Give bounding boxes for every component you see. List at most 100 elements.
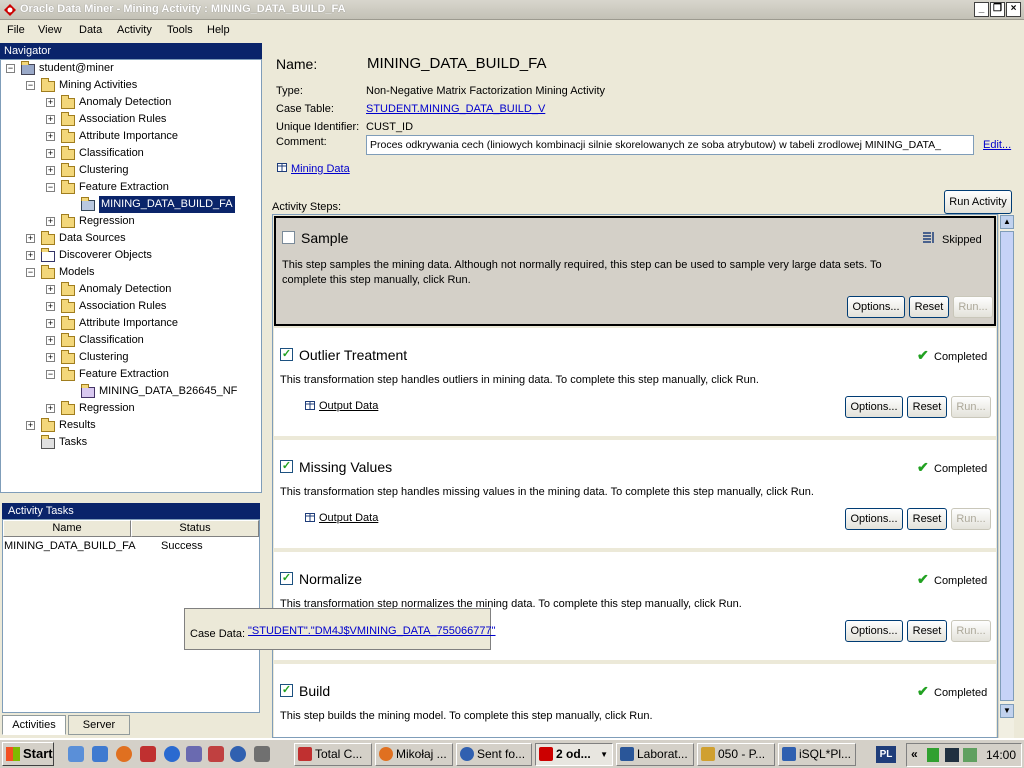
taskbar-item[interactable]: Sent fo... [456, 743, 532, 766]
taskbar-item[interactable]: Mikołaj ... [375, 743, 453, 766]
tray-icon[interactable] [927, 748, 939, 762]
menu-view[interactable]: View [38, 24, 62, 36]
collapse-icon[interactable]: − [46, 370, 55, 379]
system-tray: « 14:00 [906, 743, 1022, 767]
media-player-icon[interactable] [230, 746, 246, 762]
step-checkbox[interactable]: ✓ [280, 348, 293, 361]
case-table-link[interactable]: STUDENT.MINING_DATA_BUILD_V [366, 103, 545, 115]
table-row[interactable]: MINING_DATA_BUILD_FA Success [4, 539, 258, 555]
output-data-link[interactable]: Output Data [319, 400, 378, 412]
column-header-name[interactable]: Name [3, 520, 131, 537]
expand-icon[interactable]: + [46, 132, 55, 141]
menu-activity[interactable]: Activity [117, 24, 152, 36]
collapse-icon[interactable]: − [26, 81, 35, 90]
expand-icon[interactable]: + [26, 251, 35, 260]
language-indicator[interactable]: PL [876, 746, 896, 763]
step-checkbox[interactable]: ✓ [280, 572, 293, 585]
browser-icon [782, 747, 796, 761]
tray-icon[interactable] [945, 748, 959, 762]
edit-comment-link[interactable]: Edit... [983, 139, 1011, 151]
close-button[interactable]: × [1006, 2, 1021, 17]
taskbar-item[interactable]: 050 - P... [697, 743, 775, 766]
type-label: Type: [276, 85, 303, 97]
expand-icon[interactable]: + [46, 285, 55, 294]
scroll-up-arrow-icon[interactable]: ▲ [1000, 215, 1014, 229]
run-button[interactable]: Run... [951, 508, 991, 530]
tab-server[interactable]: Server [68, 715, 130, 735]
firefox-icon[interactable] [116, 746, 132, 762]
internet-explorer-icon[interactable] [164, 746, 180, 762]
reset-button[interactable]: Reset [907, 396, 947, 418]
expand-icon[interactable]: + [46, 166, 55, 175]
taskbar: Start Total C... Mikołaj ... Sent fo... … [0, 738, 1024, 768]
tab-activities[interactable]: Activities [2, 715, 66, 735]
run-activity-button[interactable]: Run Activity [944, 190, 1012, 214]
options-button[interactable]: Options... [845, 508, 903, 530]
steps-scrollbar[interactable]: ▲ ▼ [998, 214, 1014, 738]
run-button[interactable]: Run... [953, 296, 993, 318]
expand-icon[interactable]: + [46, 98, 55, 107]
start-button[interactable]: Start [2, 742, 54, 766]
clock[interactable]: 14:00 [986, 748, 1016, 762]
quicklaunch-icon[interactable] [68, 746, 84, 762]
column-header-status[interactable]: Status [131, 520, 259, 537]
reset-button[interactable]: Reset [909, 296, 949, 318]
expand-icon[interactable]: + [26, 421, 35, 430]
model-icon [80, 384, 96, 399]
folder-icon [60, 367, 76, 382]
taskbar-item[interactable]: Total C... [294, 743, 372, 766]
taskbar-item[interactable]: Laborat... [616, 743, 694, 766]
expand-icon[interactable]: + [46, 302, 55, 311]
quicklaunch-icon[interactable] [92, 746, 108, 762]
tooltip-case-data-link[interactable]: "STUDENT"."DM4J$VMINING_DATA_755066777" [248, 625, 496, 637]
expand-icon[interactable]: + [46, 319, 55, 328]
minimize-button[interactable]: _ [974, 2, 989, 17]
menu-file[interactable]: File [7, 24, 25, 36]
collapse-icon[interactable]: − [46, 183, 55, 192]
restore-button[interactable]: ❐ [990, 2, 1005, 17]
run-button[interactable]: Run... [951, 396, 991, 418]
menu-data[interactable]: Data [79, 24, 102, 36]
table-icon [40, 248, 56, 263]
folder-icon [60, 112, 76, 127]
step-outlier-treatment: ✓ Outlier Treatment ✔ Completed This tra… [274, 328, 996, 438]
expand-icon[interactable]: + [46, 353, 55, 362]
collapse-icon[interactable]: − [26, 268, 35, 277]
options-button[interactable]: Options... [847, 296, 905, 318]
quicklaunch-icon[interactable] [186, 746, 202, 762]
step-checkbox[interactable]: ✓ [280, 684, 293, 697]
expand-icon[interactable]: + [46, 217, 55, 226]
expand-icon[interactable]: + [26, 234, 35, 243]
menu-tools[interactable]: Tools [167, 24, 193, 36]
task-name: MINING_DATA_BUILD_FA [4, 540, 136, 552]
menu-help[interactable]: Help [207, 24, 230, 36]
expand-icon[interactable]: + [46, 404, 55, 413]
reset-button[interactable]: Reset [907, 508, 947, 530]
tasks-icon [40, 435, 56, 450]
collapse-icon[interactable]: − [6, 64, 15, 73]
expand-icon[interactable]: + [46, 149, 55, 158]
scroll-down-arrow-icon[interactable]: ▼ [1000, 704, 1014, 718]
expand-icon[interactable]: + [46, 336, 55, 345]
activity-type: Non-Negative Matrix Factorization Mining… [366, 85, 606, 97]
table-icon [305, 513, 315, 522]
step-name: Normalize [299, 571, 363, 587]
quicklaunch-icon[interactable] [208, 746, 224, 762]
tray-icon[interactable] [963, 748, 977, 762]
title-bar: Oracle Data Miner - Mining Activity : MI… [0, 0, 1024, 20]
taskbar-item-active[interactable]: 2 od... ▼ [535, 743, 613, 766]
reset-button[interactable]: Reset [907, 620, 947, 642]
taskbar-item[interactable]: iSQL*Pl... [778, 743, 856, 766]
output-data-link[interactable]: Output Data [319, 512, 378, 524]
expand-icon[interactable]: + [46, 115, 55, 124]
run-button[interactable]: Run... [951, 620, 991, 642]
scroll-thumb[interactable] [1000, 231, 1014, 701]
tray-expand-icon[interactable]: « [911, 747, 918, 761]
options-button[interactable]: Options... [845, 620, 903, 642]
step-checkbox[interactable] [282, 231, 295, 244]
mining-data-link[interactable]: Mining Data [291, 163, 350, 175]
options-button[interactable]: Options... [845, 396, 903, 418]
step-checkbox[interactable]: ✓ [280, 460, 293, 473]
quicklaunch-icon[interactable] [254, 746, 270, 762]
quicklaunch-icon[interactable] [140, 746, 156, 762]
